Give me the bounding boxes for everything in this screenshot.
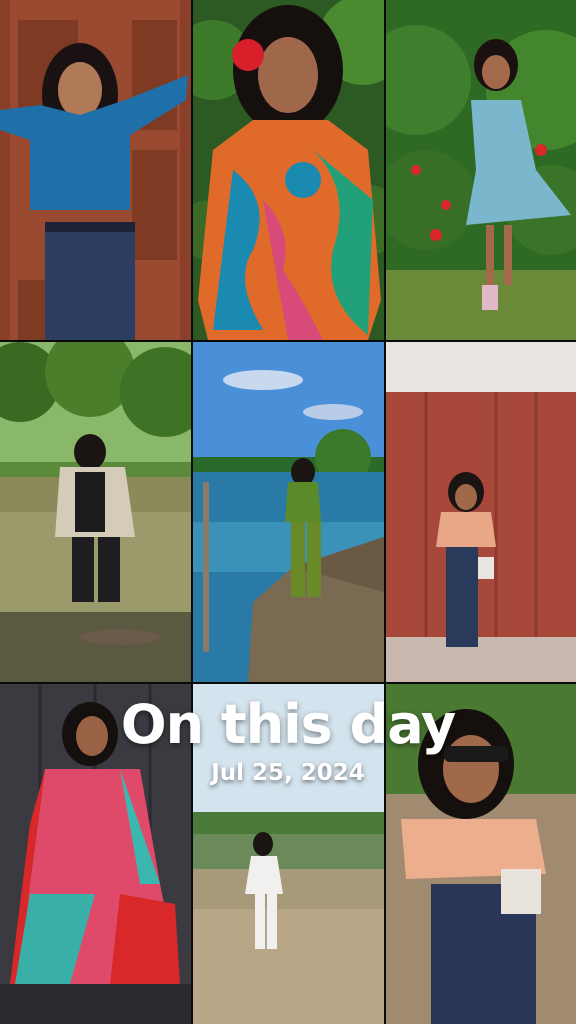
photo-tile-6[interactable] <box>386 342 576 682</box>
memory-date: Jul 25, 2024 <box>211 760 365 786</box>
photo-tile-4[interactable] <box>0 342 191 682</box>
photo-tile-3[interactable] <box>386 0 576 340</box>
photo-tile-1[interactable] <box>0 0 191 340</box>
on-this-day-title: On this day <box>120 693 457 756</box>
photo-collage <box>0 0 576 1024</box>
photo-tile-2[interactable] <box>193 0 384 340</box>
photo-tile-5[interactable] <box>193 342 384 682</box>
